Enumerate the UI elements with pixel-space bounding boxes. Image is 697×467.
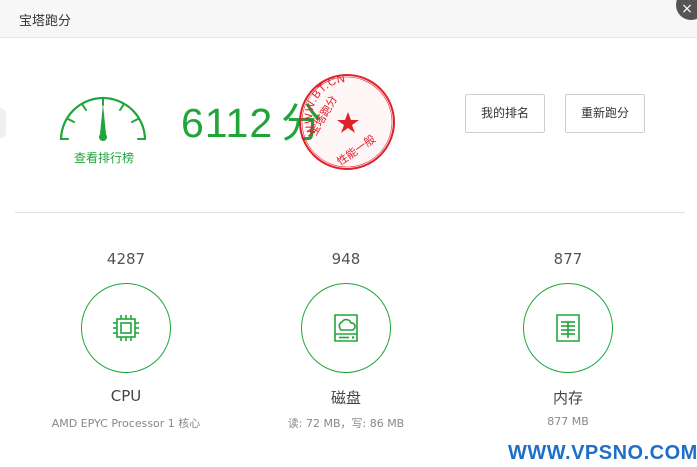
memory-icon xyxy=(556,314,580,342)
stamp-seal: WWW.BT.CN 宝塔跑分 性能一般 xyxy=(299,73,395,170)
title-bar: 宝塔跑分 × xyxy=(0,0,697,38)
metric-cpu: 4287 CPU xyxy=(66,250,186,405)
memory-score: 877 xyxy=(553,250,583,268)
disk-icon-circle xyxy=(301,283,391,373)
gauge-icon[interactable] xyxy=(55,82,151,144)
score-value: 6112 xyxy=(181,100,274,146)
memory-icon-circle xyxy=(523,283,613,373)
close-button[interactable]: × xyxy=(676,0,697,20)
side-handle xyxy=(0,108,6,138)
cpu-label: CPU xyxy=(110,387,142,405)
ranking-link[interactable]: 查看排行榜 xyxy=(62,149,146,166)
cpu-score: 4287 xyxy=(106,250,146,268)
disk-icon xyxy=(334,314,358,342)
disk-label: 磁盘 xyxy=(330,389,361,407)
cpu-icon xyxy=(113,315,139,341)
disk-score: 948 xyxy=(331,250,361,268)
watermark: WWW.VPSNO.COM xyxy=(508,442,697,464)
metric-memory: 877 内存 xyxy=(508,250,628,408)
cpu-icon-circle xyxy=(81,283,171,373)
memory-label: 内存 xyxy=(552,389,583,407)
metric-disk: 948 磁盘 xyxy=(286,250,406,408)
divider xyxy=(15,212,685,213)
retest-button[interactable]: 重新跑分 xyxy=(565,94,645,133)
cpu-info: AMD EPYC Processor 1 核心 xyxy=(51,417,201,430)
window-title: 宝塔跑分 xyxy=(19,14,72,29)
my-rank-button[interactable]: 我的排名 xyxy=(465,94,545,133)
memory-info: 877 MB xyxy=(547,415,589,428)
disk-info: 读: 72 MB，写: 86 MB xyxy=(287,417,405,430)
